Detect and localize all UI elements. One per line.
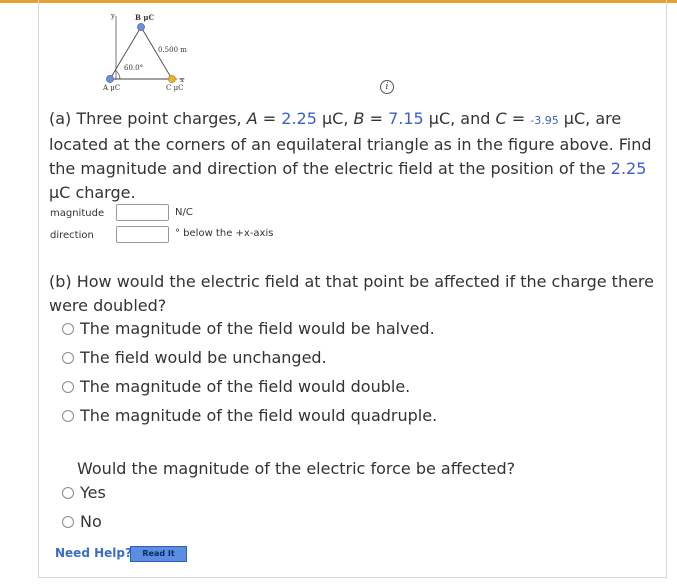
- radio-button[interactable]: [62, 515, 74, 528]
- option-label: The field would be unchanged.: [80, 348, 327, 367]
- unit-text: μC, and: [423, 109, 496, 128]
- radio-button[interactable]: [62, 351, 74, 364]
- radio-button[interactable]: [62, 322, 74, 335]
- part-c-option-yes[interactable]: Yes: [62, 483, 106, 503]
- option-label: Yes: [80, 483, 106, 502]
- need-help-label: Need Help?: [55, 546, 132, 560]
- info-icon[interactable]: i: [380, 80, 394, 94]
- x-axis-label: x: [180, 76, 184, 84]
- part-a-intro: (a) Three point charges,: [49, 109, 247, 128]
- part-b-question: (b) How would the electric field at that…: [49, 272, 654, 315]
- direction-input[interactable]: [116, 226, 169, 243]
- part-a-question: (a) Three point charges, A = 2.25 μC, B …: [49, 107, 654, 205]
- equals-sign: =: [257, 109, 282, 128]
- charge-a-label: A μC: [102, 84, 120, 92]
- side-length-label: 0.500 m: [158, 46, 187, 54]
- angle-label: 60.0°: [124, 64, 143, 72]
- charge-b-value: 7.15: [388, 109, 424, 128]
- triangle-figure: y x 60.0° 0.500 m B μC A μC C μC: [102, 12, 187, 92]
- part-b-option-double[interactable]: The magnitude of the field would double.: [62, 377, 410, 397]
- option-label: The magnitude of the field would be halv…: [80, 319, 435, 338]
- equals-sign: =: [364, 109, 389, 128]
- y-axis-label: y: [110, 12, 115, 20]
- charge-a-symbol: A: [246, 109, 258, 128]
- charge-c-value: -3.95: [530, 114, 559, 127]
- charge-c-symbol: C: [495, 109, 507, 128]
- equals-sign: =: [506, 109, 531, 128]
- charge-b-symbol: B: [353, 109, 365, 128]
- target-charge-value: 2.25: [610, 159, 647, 178]
- charge-a-value: 2.25: [281, 109, 317, 128]
- radio-button[interactable]: [62, 486, 74, 499]
- part-a-tail: μC charge.: [49, 183, 136, 202]
- unit-text: μC,: [316, 109, 354, 128]
- magnitude-unit: N/C: [175, 207, 193, 218]
- option-label: The magnitude of the field would quadrup…: [80, 406, 438, 425]
- charge-b: [137, 23, 145, 31]
- charge-b-label: B μC: [135, 13, 154, 22]
- option-label: No: [80, 512, 102, 531]
- part-b-option-halved[interactable]: The magnitude of the field would be halv…: [62, 319, 435, 339]
- option-label: The magnitude of the field would double.: [80, 377, 411, 396]
- magnitude-input[interactable]: [116, 204, 169, 221]
- part-c-option-no[interactable]: No: [62, 512, 102, 532]
- charge-a: [106, 75, 114, 83]
- charge-c-label: C μC: [166, 84, 184, 92]
- part-b-option-quadruple[interactable]: The magnitude of the field would quadrup…: [62, 406, 437, 426]
- radio-button[interactable]: [62, 409, 74, 422]
- part-c-question: Would the magnitude of the electric forc…: [77, 459, 516, 478]
- direction-unit: ° below the +x-axis: [175, 228, 274, 239]
- charge-c: [168, 75, 176, 83]
- magnitude-label: magnitude: [50, 208, 105, 219]
- radio-button[interactable]: [62, 380, 74, 393]
- part-b-option-unchanged[interactable]: The field would be unchanged.: [62, 348, 327, 368]
- direction-label: direction: [50, 230, 94, 241]
- read-it-button[interactable]: Read It: [130, 546, 187, 562]
